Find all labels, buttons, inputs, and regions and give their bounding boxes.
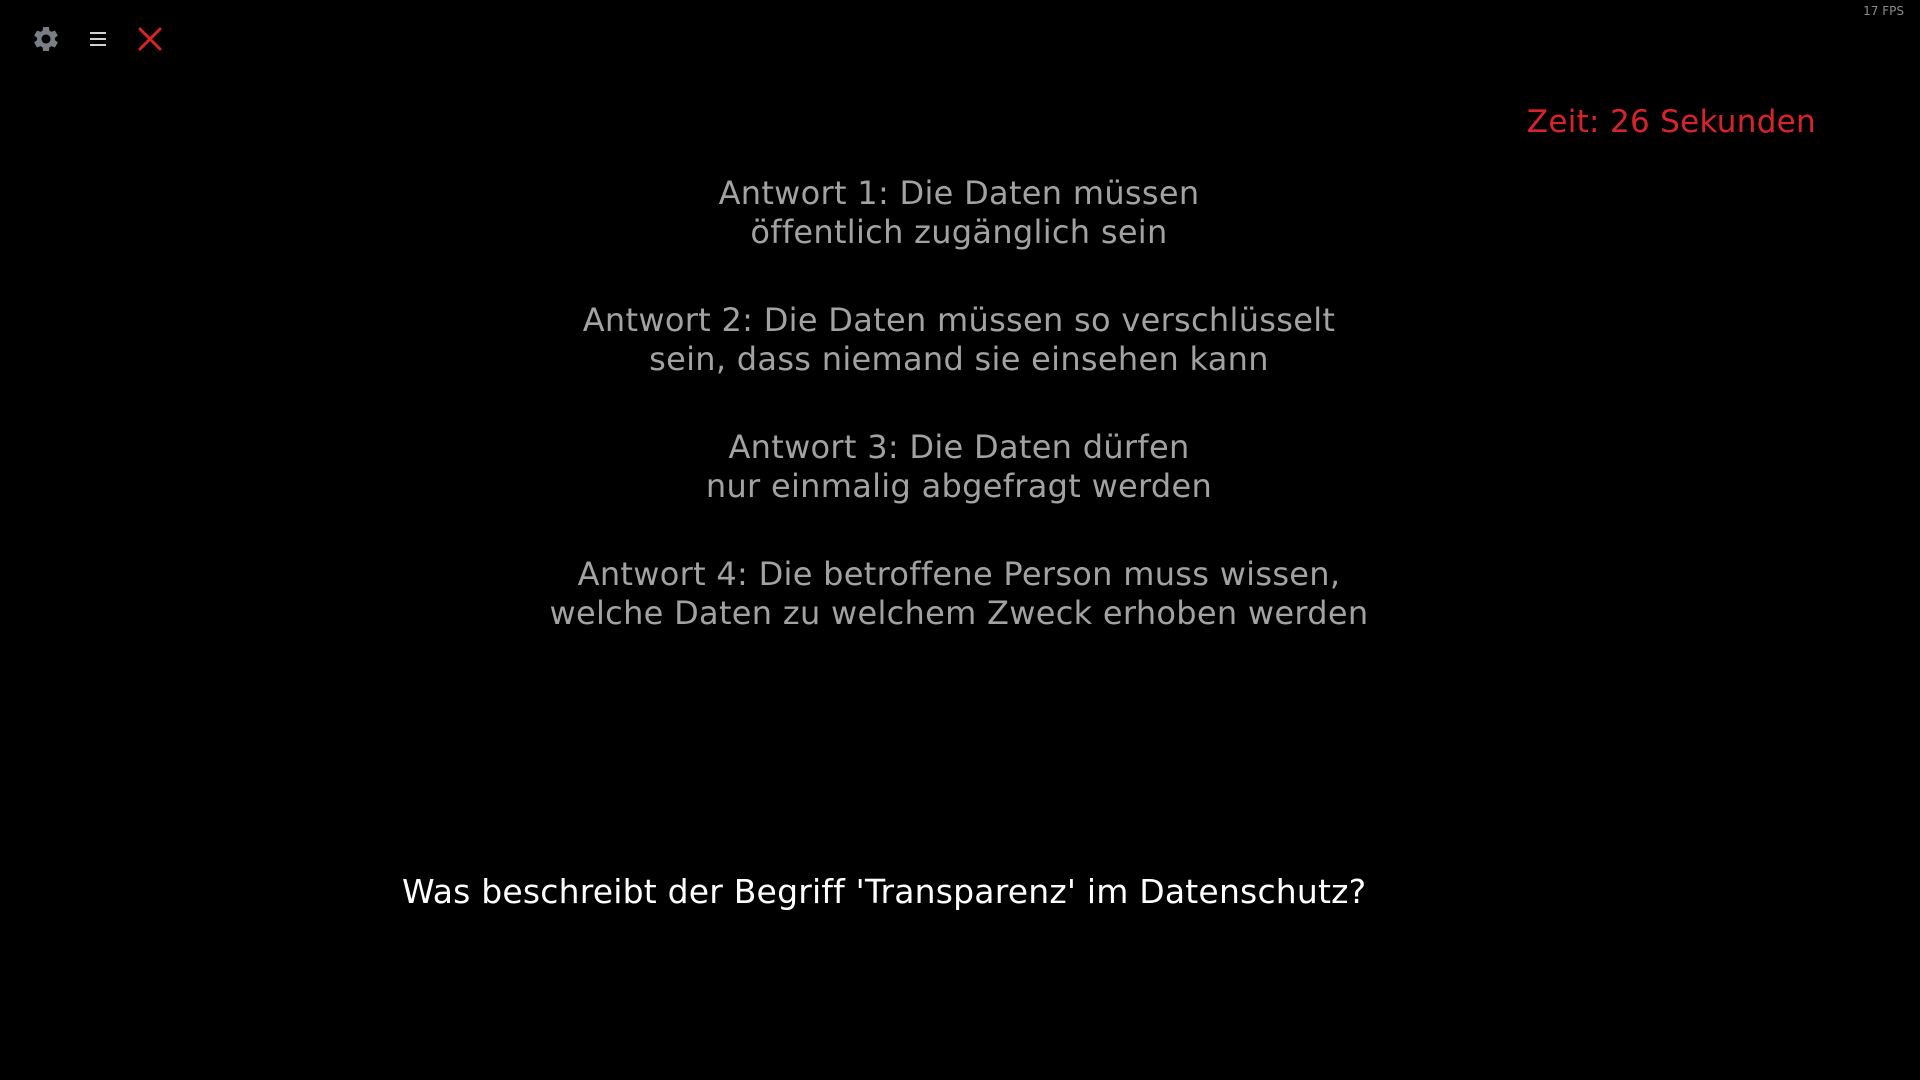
answer-option-2[interactable]: Antwort 2: Die Daten müssen so verschlüs…: [583, 301, 1336, 379]
quiz-screen: 17 FPS Zeit: 26 Sekunden Antwort 1: Die …: [0, 0, 1920, 1080]
fps-counter: 17 FPS: [1863, 4, 1904, 18]
countdown-timer: Zeit: 26 Sekunden: [1526, 104, 1816, 140]
gear-icon: [31, 24, 61, 54]
answer-option-1[interactable]: Antwort 1: Die Daten müssen öffentlich z…: [719, 174, 1200, 252]
answer-option-3[interactable]: Antwort 3: Die Daten dürfen nur einmalig…: [706, 428, 1212, 506]
answer-1-line-2: öffentlich zugänglich sein: [750, 213, 1168, 251]
top-toolbar: [28, 18, 168, 60]
menu-button[interactable]: [80, 21, 116, 57]
close-icon: [136, 25, 164, 53]
settings-button[interactable]: [28, 21, 64, 57]
answer-4-line-1: Antwort 4: Die betroffene Person muss wi…: [577, 555, 1341, 593]
question-text: Was beschreibt der Begriff 'Transparenz'…: [402, 872, 1367, 911]
answer-2-line-2: sein, dass niemand sie einsehen kann: [649, 340, 1269, 378]
answer-4-line-2: welche Daten zu welchem Zweck erhoben we…: [549, 594, 1369, 632]
answer-3-line-2: nur einmalig abgefragt werden: [705, 467, 1213, 505]
hamburger-menu-icon: [88, 29, 108, 49]
close-button[interactable]: [132, 21, 168, 57]
answer-option-4[interactable]: Antwort 4: Die betroffene Person muss wi…: [550, 555, 1369, 633]
answer-3-line-1: Antwort 3: Die Daten dürfen: [728, 428, 1190, 466]
answer-list: Antwort 1: Die Daten müssen öffentlich z…: [0, 174, 1918, 682]
answer-1-line-1: Antwort 1: Die Daten müssen: [718, 174, 1200, 212]
answer-2-line-1: Antwort 2: Die Daten müssen so verschlüs…: [582, 301, 1336, 339]
